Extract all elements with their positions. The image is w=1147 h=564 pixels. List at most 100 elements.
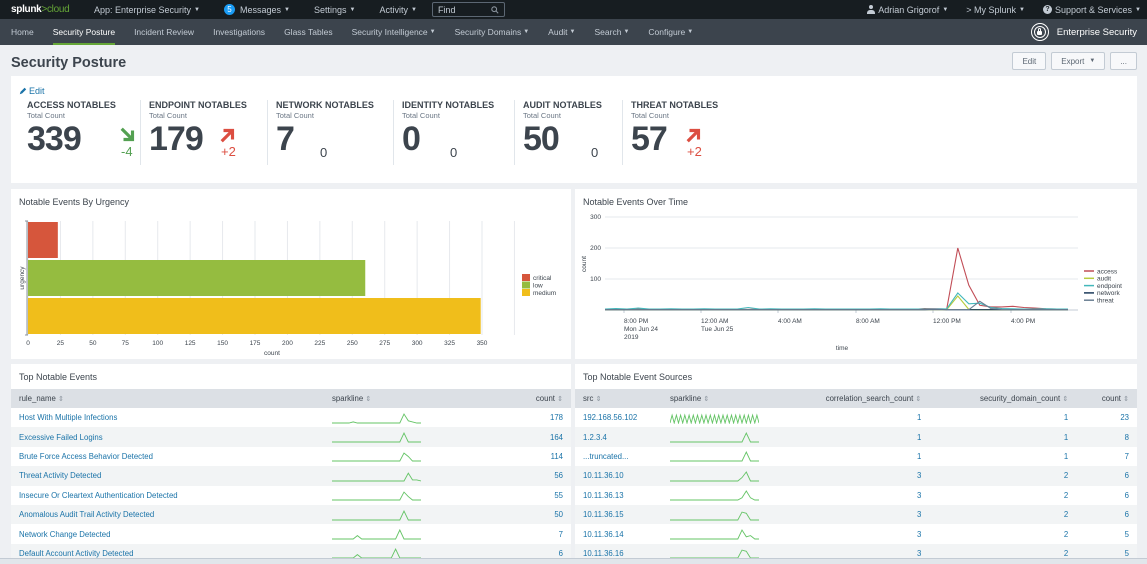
table-row[interactable]: Excessive Failed Logins 164 [11, 427, 571, 447]
nav-item-search[interactable]: Search ▼ [585, 19, 639, 45]
bar-critical[interactable] [28, 222, 58, 258]
export-button[interactable]: Export ▼ [1051, 52, 1106, 70]
column-header-rule-name[interactable]: rule_name ⇕ [11, 389, 324, 408]
column-header-src[interactable]: src ⇕ [575, 389, 662, 408]
count-cell[interactable]: 6 [1076, 466, 1137, 486]
column-header-count[interactable]: count ⇕ [1076, 389, 1137, 408]
kpi-audit-notables[interactable]: AUDIT NOTABLES Total Count 50 0 [514, 100, 634, 165]
legend-label-endpoint[interactable]: endpoint [1097, 283, 1122, 290]
messages-menu[interactable]: 5 Messages ▼ [224, 4, 290, 15]
edit-dashboard-button[interactable]: Edit [1012, 52, 1047, 70]
kpi-endpoint-notables[interactable]: ENDPOINT NOTABLES Total Count 179 +2 [140, 100, 260, 165]
table-row[interactable]: Network Change Detected 7 [11, 524, 571, 543]
count-cell[interactable]: 114 [499, 447, 571, 466]
legend-label-critical[interactable]: critical [533, 275, 552, 282]
find-input[interactable]: Find [431, 2, 505, 17]
legend-label-audit[interactable]: audit [1097, 276, 1111, 283]
horizontal-scrollbar[interactable] [0, 558, 1147, 564]
security-domain-count-cell[interactable]: 2 [929, 524, 1076, 543]
table-row[interactable]: 10.11.36.15 3 2 6 [575, 504, 1137, 525]
src-cell[interactable]: 192.168.56.102 [575, 408, 662, 427]
support-menu[interactable]: ? Support & Services ▼ [1043, 5, 1141, 15]
security-domain-count-cell[interactable]: 1 [929, 427, 1077, 447]
correlation-search-count-cell[interactable]: 1 [772, 408, 929, 427]
table-row[interactable]: 10.11.36.10 3 2 6 [575, 466, 1137, 486]
count-cell[interactable]: 178 [499, 408, 571, 427]
count-cell[interactable]: 164 [499, 427, 571, 447]
table-row[interactable]: 10.11.36.13 3 2 6 [575, 486, 1137, 505]
table-row[interactable]: ...truncated... 1 1 7 [575, 447, 1137, 466]
rule-name-cell[interactable]: Threat Activity Detected [11, 466, 324, 486]
table-row[interactable]: Anomalous Audit Trail Activity Detected 5… [11, 504, 571, 525]
src-cell[interactable]: 10.11.36.15 [575, 504, 662, 525]
table-row[interactable]: Host With Multiple Infections 178 [11, 408, 571, 427]
bar-low[interactable] [28, 260, 366, 296]
nav-item-configure[interactable]: Configure ▼ [639, 19, 703, 45]
kpi-threat-notables[interactable]: THREAT NOTABLES Total Count 57 +2 [622, 100, 742, 165]
src-cell[interactable]: 1.2.3.4 [575, 427, 662, 447]
correlation-search-count-cell[interactable]: 3 [772, 504, 930, 525]
series-line-audit[interactable] [605, 295, 1068, 311]
correlation-search-count-cell[interactable]: 3 [772, 486, 929, 505]
nav-item-security-posture[interactable]: Security Posture [43, 19, 124, 45]
nav-item-investigations[interactable]: Investigations [204, 19, 275, 45]
nav-item-glass-tables[interactable]: Glass Tables [275, 19, 343, 45]
legend-label-low[interactable]: low [533, 283, 543, 290]
count-cell[interactable]: 6 [1076, 486, 1137, 505]
column-header-sparkline[interactable]: sparkline ⇕ [662, 389, 772, 408]
rule-name-cell[interactable]: Brute Force Access Behavior Detected [11, 447, 324, 466]
settings-menu[interactable]: Settings ▼ [314, 5, 355, 15]
kpi-network-notables[interactable]: NETWORK NOTABLES Total Count 7 0 [267, 100, 387, 165]
more-actions-button[interactable]: ... [1110, 52, 1137, 70]
user-menu[interactable]: Adrian Grigorof ▼ [867, 5, 948, 15]
rule-name-cell[interactable]: Network Change Detected [11, 524, 324, 543]
app-menu[interactable]: App: Enterprise Security ▼ [94, 5, 200, 15]
kpi-access-notables[interactable]: ACCESS NOTABLES Total Count 339 -4 [27, 100, 147, 165]
app-brand[interactable]: Enterprise Security [1030, 19, 1137, 45]
nav-item-incident-review[interactable]: Incident Review [125, 19, 204, 45]
count-cell[interactable]: 56 [499, 466, 571, 486]
table-row[interactable]: Brute Force Access Behavior Detected 114 [11, 447, 571, 466]
column-header-count[interactable]: count ⇕ [499, 389, 571, 408]
bar-medium[interactable] [28, 298, 481, 334]
correlation-search-count-cell[interactable]: 3 [772, 466, 930, 486]
column-header-sparkline[interactable]: sparkline ⇕ [324, 389, 500, 408]
splunk-cloud-logo[interactable]: splunk>cloud [11, 4, 81, 15]
src-cell[interactable]: ...truncated... [575, 447, 662, 466]
activity-menu[interactable]: Activity ▼ [379, 5, 416, 15]
security-domain-count-cell[interactable]: 1 [929, 447, 1076, 466]
src-cell[interactable]: 10.11.36.10 [575, 466, 662, 486]
security-domain-count-cell[interactable]: 1 [929, 408, 1076, 427]
table-row[interactable]: Insecure Or Cleartext Authentication Det… [11, 486, 571, 505]
kpi-identity-notables[interactable]: IDENTITY NOTABLES Total Count 0 0 [393, 100, 513, 165]
count-cell[interactable]: 8 [1076, 427, 1137, 447]
rule-name-cell[interactable]: Anomalous Audit Trail Activity Detected [11, 504, 324, 525]
nav-item-audit[interactable]: Audit ▼ [539, 19, 585, 45]
count-cell[interactable]: 55 [499, 486, 571, 505]
column-header-security-domain-count[interactable]: security_domain_count ⇕ [929, 389, 1077, 408]
correlation-search-count-cell[interactable]: 1 [772, 427, 930, 447]
security-domain-count-cell[interactable]: 2 [929, 504, 1077, 525]
nav-item-security-domains[interactable]: Security Domains ▼ [445, 19, 539, 45]
my-splunk-menu[interactable]: > My Splunk ▼ [966, 5, 1025, 15]
legend-label-medium[interactable]: medium [533, 290, 556, 297]
correlation-search-count-cell[interactable]: 3 [772, 524, 929, 543]
table-row[interactable]: Threat Activity Detected 56 [11, 466, 571, 486]
security-domain-count-cell[interactable]: 2 [929, 466, 1077, 486]
count-cell[interactable]: 7 [1076, 447, 1137, 466]
table-row[interactable]: 192.168.56.102 1 1 23 [575, 408, 1137, 427]
nav-item-security-intelligence[interactable]: Security Intelligence ▼ [342, 19, 445, 45]
nav-item-home[interactable]: Home [0, 19, 43, 45]
count-cell[interactable]: 50 [499, 504, 571, 525]
legend-label-access[interactable]: access [1097, 268, 1118, 275]
rule-name-cell[interactable]: Excessive Failed Logins [11, 427, 324, 447]
count-cell[interactable]: 23 [1076, 408, 1137, 427]
legend-label-network[interactable]: network [1097, 290, 1121, 297]
count-cell[interactable]: 5 [1076, 524, 1137, 543]
edit-indicators-link[interactable]: Edit [19, 86, 45, 96]
src-cell[interactable]: 10.11.36.13 [575, 486, 662, 505]
src-cell[interactable]: 10.11.36.14 [575, 524, 662, 543]
table-row[interactable]: 1.2.3.4 1 1 8 [575, 427, 1137, 447]
count-cell[interactable]: 7 [499, 524, 571, 543]
correlation-search-count-cell[interactable]: 1 [772, 447, 929, 466]
